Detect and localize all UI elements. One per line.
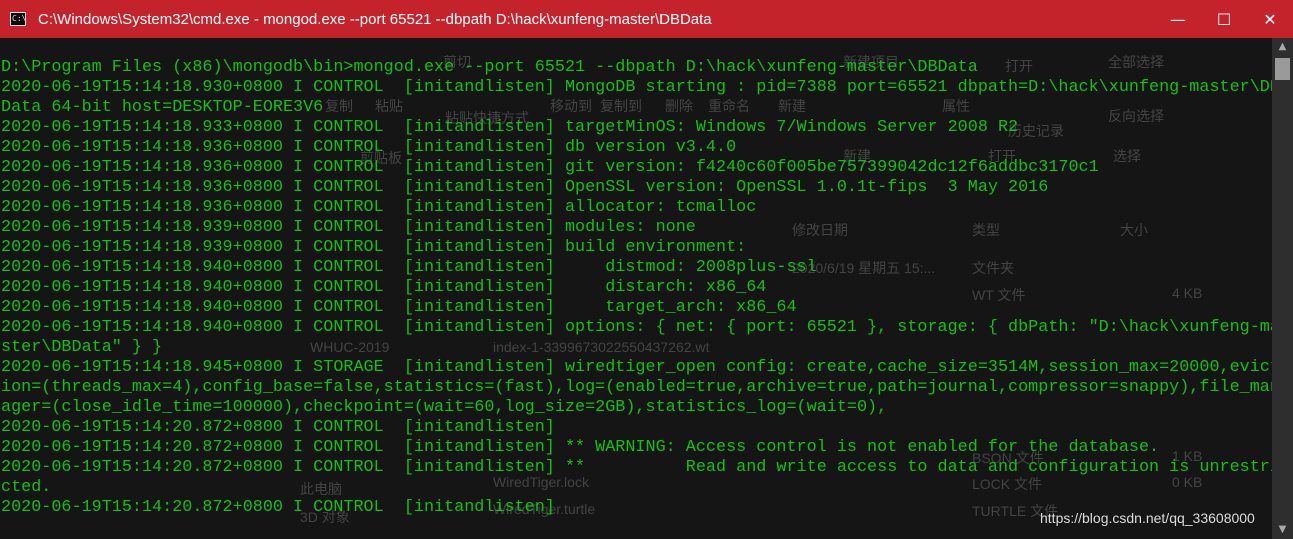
console-line: 2020-06-19T15:14:18.936+0800 I CONTROL [… xyxy=(1,138,737,157)
maximize-button[interactable]: ☐ xyxy=(1201,0,1247,38)
console-line: 2020-06-19T15:14:18.936+0800 I CONTROL [… xyxy=(1,158,1099,177)
console-line: 2020-06-19T15:14:20.872+0800 I CONTROL [… xyxy=(1,418,555,437)
window-title: C:\Windows\System32\cmd.exe - mongod.exe… xyxy=(38,10,712,28)
window-controls: — ☐ ✕ xyxy=(1155,0,1293,38)
watermark: https://blog.csdn.net/qq_33608000 xyxy=(1040,510,1255,526)
console-line: 2020-06-19T15:14:18.945+0800 I STORAGE [… xyxy=(1,358,1272,377)
console-line: 2020-06-19T15:14:18.939+0800 I CONTROL [… xyxy=(1,218,696,237)
console-line: 2020-06-19T15:14:18.936+0800 I CONTROL [… xyxy=(1,198,757,217)
console-line: 2020-06-19T15:14:18.940+0800 I CONTROL [… xyxy=(1,318,1272,337)
minimize-button[interactable]: — xyxy=(1155,0,1201,38)
cmd-app-icon: C:\ xyxy=(10,12,26,26)
console-line: ager=(close_idle_time=100000),checkpoint… xyxy=(1,398,888,417)
console-line: 2020-06-19T15:14:18.933+0800 I CONTROL [… xyxy=(1,118,1019,137)
console-line: 2020-06-19T15:14:18.936+0800 I CONTROL [… xyxy=(1,178,1049,197)
cmd-window: C:\ C:\Windows\System32\cmd.exe - mongod… xyxy=(0,0,1293,539)
console-line: cted. xyxy=(1,478,52,497)
console-line: ster\DBData" } } xyxy=(1,338,163,357)
console-line: 2020-06-19T15:14:18.930+0800 I CONTROL [… xyxy=(1,78,1272,97)
console-line: 2020-06-19T15:14:18.940+0800 I CONTROL [… xyxy=(1,278,767,297)
title-bar[interactable]: C:\ C:\Windows\System32\cmd.exe - mongod… xyxy=(0,0,1293,38)
scroll-up-arrow-icon[interactable]: ▲ xyxy=(1272,38,1293,56)
scroll-down-arrow-icon[interactable]: ▼ xyxy=(1272,521,1293,539)
scrollbar-thumb[interactable] xyxy=(1275,58,1290,80)
console-line: D:\Program Files (x86)\mongodb\bin>mongo… xyxy=(1,58,978,77)
console-line: 2020-06-19T15:14:20.872+0800 I CONTROL [… xyxy=(1,438,1160,457)
vertical-scrollbar[interactable]: ▲ ▼ xyxy=(1272,38,1293,539)
console-line: 2020-06-19T15:14:20.872+0800 I CONTROL [… xyxy=(1,458,1272,477)
console-area[interactable]: 剪切 新建项目 打开 全部选择 复制 粘贴 粘贴快捷方式 移动到 复制到 删除 重命名 新建 属性 历史记… xyxy=(0,38,1272,539)
console-line: 2020-06-19T15:14:18.940+0800 I CONTROL [… xyxy=(1,258,817,277)
console-line: 2020-06-19T15:14:18.939+0800 I CONTROL [… xyxy=(1,238,747,257)
console-line: 2020-06-19T15:14:18.940+0800 I CONTROL [… xyxy=(1,298,797,317)
console-output: D:\Program Files (x86)\mongodb\bin>mongo… xyxy=(1,58,1272,518)
console-line: Data 64-bit host=DESKTOP-EORE3V6 xyxy=(1,98,324,117)
console-line: ion=(threads_max=4),config_base=false,st… xyxy=(1,378,1272,397)
close-button[interactable]: ✕ xyxy=(1247,0,1293,38)
